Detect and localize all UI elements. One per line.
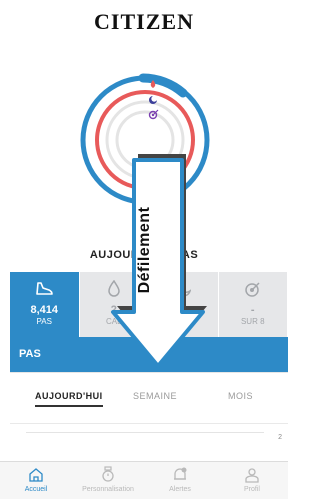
nav-alerts-label: Alertes xyxy=(169,486,191,493)
period-selector: AUJOURD'HUI SEMAINE MOIS xyxy=(10,372,288,422)
nav-profile-label: Profil xyxy=(244,486,260,493)
app-screen: CITIZEN AUJOURD'HUI PAS 8,414 PAS 2 CAL … xyxy=(0,0,288,499)
steps-unit: PAS xyxy=(36,317,52,326)
flame-icon xyxy=(103,280,125,298)
nav-customize[interactable]: Personnalisation xyxy=(72,462,144,499)
chart-y-tick: 2 xyxy=(278,434,282,441)
goals-value: - xyxy=(250,304,255,316)
calories-value: 2 xyxy=(110,304,117,316)
steps-value: 8,414 xyxy=(30,304,59,316)
period-today[interactable]: AUJOURD'HUI xyxy=(35,391,103,407)
tab-goals[interactable]: - SUR 8 xyxy=(218,272,287,337)
sleep-unit: MIN xyxy=(175,305,191,314)
chart-gridline xyxy=(26,432,264,433)
nav-home-label: Accueil xyxy=(24,486,48,493)
brand-logo: CITIZEN xyxy=(94,9,194,34)
nav-profile[interactable]: Profil xyxy=(216,462,288,499)
calories-unit: CAL xyxy=(105,317,122,326)
calories-ring xyxy=(95,90,195,190)
goals-ring xyxy=(115,110,175,170)
nav-home[interactable]: Accueil xyxy=(0,462,72,499)
scroll-label: Défilement xyxy=(136,206,153,294)
person-icon xyxy=(245,468,259,483)
shoe-icon xyxy=(33,280,55,298)
moon-icon xyxy=(172,280,194,298)
watch-icon xyxy=(102,466,114,482)
activity-rings[interactable] xyxy=(80,55,210,225)
goals-unit: SUR 8 xyxy=(240,317,265,326)
home-icon xyxy=(29,468,43,482)
target-icon xyxy=(242,280,264,298)
bottom-navigation: Accueil Personnalisation Alertes Profil xyxy=(0,461,288,499)
tab-sleep[interactable]: MIN xyxy=(149,272,218,337)
moon-icon xyxy=(149,96,157,104)
bell-icon xyxy=(174,467,187,480)
nav-customize-label: Personnalisation xyxy=(82,486,134,493)
section-title: PAS xyxy=(10,337,288,372)
steps-chart: 2 xyxy=(10,423,288,461)
steps-ring xyxy=(80,75,210,205)
period-week[interactable]: SEMAINE xyxy=(133,391,177,401)
period-month[interactable]: MOIS xyxy=(228,391,253,401)
tab-steps[interactable]: 8,414 PAS xyxy=(10,272,79,337)
nav-alerts[interactable]: Alertes xyxy=(144,462,216,499)
